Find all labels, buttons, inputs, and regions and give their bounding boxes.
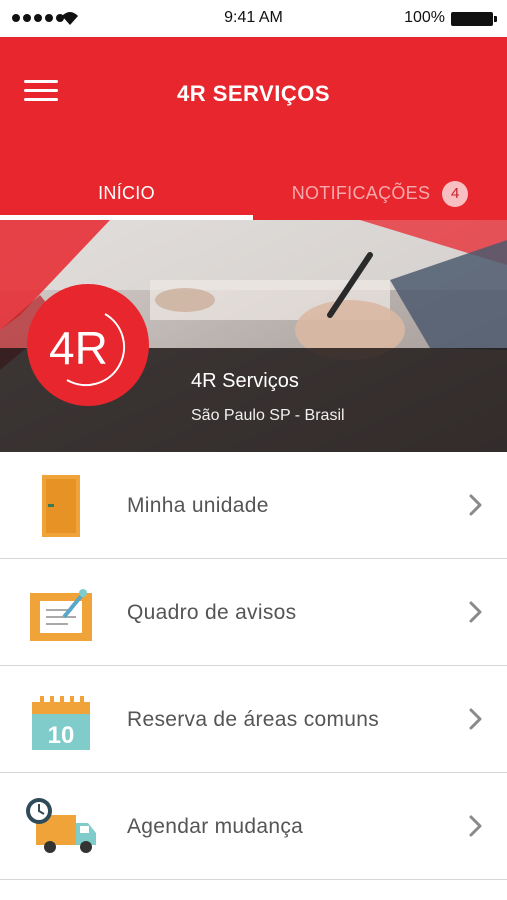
company-banner: 4R 4R Serviços São Paulo SP - Brasil xyxy=(0,220,507,452)
chevron-right-icon xyxy=(469,708,482,730)
menu-item-label: Reserva de áreas comuns xyxy=(127,707,380,731)
menu-item-minha-unidade[interactable]: Minha unidade xyxy=(0,452,507,559)
menu-item-label: Agendar mudança xyxy=(127,814,304,838)
calendar-day-text: 10 xyxy=(48,722,75,749)
chevron-right-icon xyxy=(469,601,482,623)
calendar-icon: 10 xyxy=(32,696,90,750)
menu-item-agendar-mudanca[interactable]: Agendar mudança xyxy=(0,773,507,880)
door-icon xyxy=(42,475,80,537)
status-bar: 9:41 AM 100% xyxy=(0,0,507,37)
menu-list: Minha unidade Quadro de avisos 10 Reserv… xyxy=(0,452,507,880)
tab-notificacoes[interactable]: NOTIFICAÇÕES 4 xyxy=(253,167,507,220)
tab-inicio-label: INÍCIO xyxy=(98,183,155,203)
battery-icon xyxy=(451,12,497,26)
battery-percentage: 100% xyxy=(404,9,445,26)
menu-item-reserva-de-areas[interactable]: 10 Reserva de áreas comuns xyxy=(0,666,507,773)
notification-count-badge: 4 xyxy=(442,180,469,207)
logo-text: 4R xyxy=(49,322,108,374)
tab-notificacoes-label: NOTIFICAÇÕES xyxy=(291,183,431,203)
chevron-right-icon xyxy=(469,494,482,516)
chevron-right-icon xyxy=(469,815,482,837)
notice-board-icon xyxy=(30,589,92,641)
tab-bar: INÍCIO NOTIFICAÇÕES 4 xyxy=(0,167,507,220)
app-title: 4R SERVIÇOS xyxy=(176,81,331,106)
company-name: 4R Serviços xyxy=(191,370,299,392)
menu-item-label: Minha unidade xyxy=(127,493,269,517)
company-logo: 4R xyxy=(27,284,149,406)
app-header: 4R SERVIÇOS INÍCIO NOTIFICAÇÕES 4 xyxy=(0,37,507,220)
tab-inicio[interactable]: INÍCIO xyxy=(0,167,253,220)
moving-truck-icon xyxy=(26,798,96,853)
company-location: São Paulo SP - Brasil xyxy=(191,407,345,424)
menu-item-label: Quadro de avisos xyxy=(127,600,297,624)
menu-item-quadro-de-avisos[interactable]: Quadro de avisos xyxy=(0,559,507,666)
